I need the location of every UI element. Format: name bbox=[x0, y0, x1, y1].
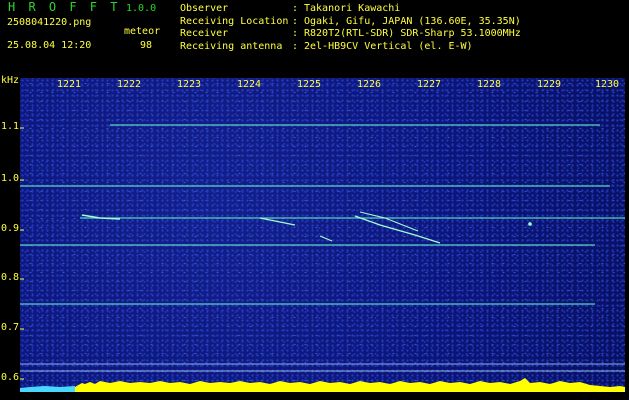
x-tick-label: 1223 bbox=[177, 79, 202, 90]
y-tick-label: 0.7 bbox=[1, 322, 20, 333]
meteor-label: meteor bbox=[124, 26, 161, 37]
info-row-location: Receiving Location : Ogaki, Gifu, JAPAN … bbox=[180, 16, 521, 29]
x-tick-label: 1222 bbox=[117, 79, 142, 90]
datetime: 25.08.04 12:20 bbox=[7, 40, 92, 51]
hrofft-window: { "app": { "logo": "H R O F F T", "versi… bbox=[0, 0, 629, 400]
app-logo: H R O F F T bbox=[8, 0, 121, 14]
x-axis: 1221 1222 1223 1224 1225 1226 1227 1228 … bbox=[20, 78, 625, 92]
x-tick-label: 1225 bbox=[297, 79, 322, 90]
x-tick-label: 1226 bbox=[357, 79, 382, 90]
station-info: Observer : Takanori Kawachi Receiving Lo… bbox=[180, 3, 521, 53]
x-tick-label: 1224 bbox=[237, 79, 262, 90]
info-colon: : bbox=[292, 3, 299, 14]
info-value: R820T2(RTL-SDR) SDR-Sharp 53.1000MHz bbox=[304, 28, 521, 39]
info-row-receiver: Receiver : R820T2(RTL-SDR) SDR-Sharp 53.… bbox=[180, 28, 521, 41]
info-colon: : bbox=[292, 28, 299, 39]
y-tick-label: 1.0 bbox=[1, 173, 20, 184]
x-tick-label: 1221 bbox=[57, 79, 82, 90]
y-tick-label: 0.8 bbox=[1, 272, 20, 283]
y-tick-label: 1.1 bbox=[1, 121, 20, 132]
spectrogram-traces bbox=[20, 124, 625, 392]
meteor-echo bbox=[319, 235, 333, 242]
app-version: 1.0.0 bbox=[126, 3, 157, 14]
info-value: Takanori Kawachi bbox=[304, 3, 401, 14]
info-row-observer: Observer : Takanori Kawachi bbox=[180, 3, 521, 16]
spectrogram bbox=[20, 78, 625, 392]
meteor-echo bbox=[354, 215, 441, 244]
info-value: 2el-HB9CV Vertical (el. E-W) bbox=[304, 40, 473, 52]
x-tick-label: 1228 bbox=[477, 79, 502, 90]
y-tick-label: 0.9 bbox=[1, 223, 20, 234]
activity-bar-edge bbox=[20, 386, 75, 392]
y-axis-unit: kHz bbox=[1, 75, 20, 86]
x-tick-label: 1227 bbox=[417, 79, 442, 90]
info-colon: : bbox=[292, 40, 299, 52]
info-colon: : bbox=[292, 15, 299, 27]
meteor-count: 98 bbox=[140, 40, 153, 51]
x-tick-label: 1229 bbox=[537, 79, 562, 90]
activity-bar bbox=[20, 378, 625, 392]
info-key: Receiver bbox=[180, 28, 229, 39]
info-key: Receiving Location bbox=[180, 15, 289, 27]
info-key: Observer bbox=[180, 3, 229, 14]
meteor-echo bbox=[259, 217, 296, 226]
info-key: Receiving antenna bbox=[180, 40, 283, 52]
info-value: Ogaki, Gifu, JAPAN (136.60E, 35.35N) bbox=[304, 15, 521, 27]
meteor-dot bbox=[528, 222, 532, 226]
x-tick-label: 1230 bbox=[595, 79, 620, 90]
file-name: 2508041220.png bbox=[7, 17, 92, 28]
info-row-antenna: Receiving antenna : 2el-HB9CV Vertical (… bbox=[180, 41, 521, 54]
y-tick-label: 0.6 bbox=[1, 372, 20, 383]
